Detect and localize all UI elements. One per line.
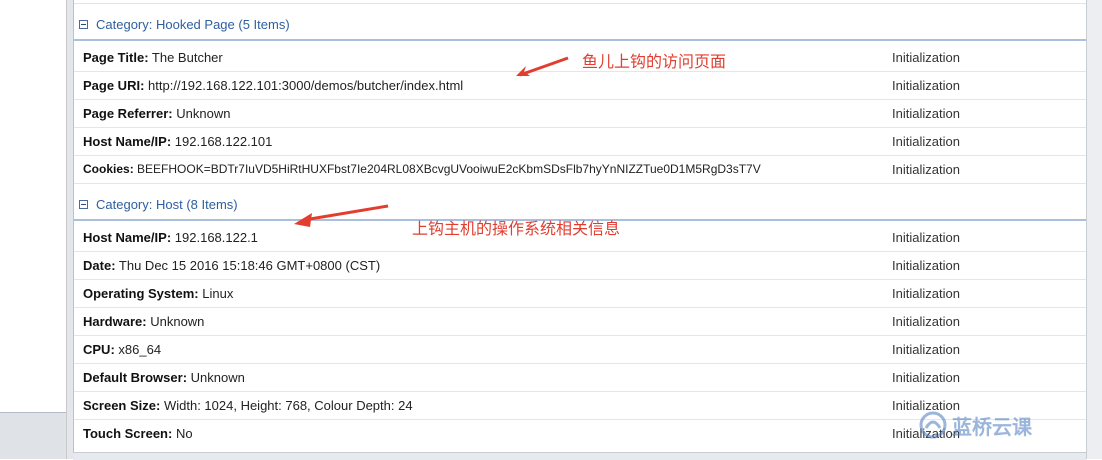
row-source: Initialization xyxy=(892,134,960,149)
row-key: Hardware xyxy=(83,314,143,329)
row-value: The Butcher xyxy=(151,50,223,65)
table-row: Page Title: The Butcher Initialization xyxy=(74,44,1087,72)
annotation-host: 上钩主机的操作系统相关信息 xyxy=(412,219,621,238)
table-row: Cookies: BEEFHOOK=BDTr7IuVD5HiRtHUXFbst7… xyxy=(74,156,1087,184)
category-title: Category: Hooked Page (5 Items) xyxy=(96,17,290,32)
table-row: Hardware: Unknown Initialization xyxy=(74,308,1087,336)
table-row: Default Browser: Unknown Initialization xyxy=(74,364,1087,392)
row-value: 192.168.122.101 xyxy=(174,134,273,149)
row-key: Operating System xyxy=(83,286,195,301)
row-key: Page Title xyxy=(83,50,145,65)
collapse-icon[interactable] xyxy=(79,200,88,209)
row-key: CPU xyxy=(83,342,111,357)
table-row: Page Referrer: Unknown Initialization xyxy=(74,100,1087,128)
row-value: Linux xyxy=(202,286,234,301)
row-value: Unknown xyxy=(190,370,245,385)
category-title: Category: Host (8 Items) xyxy=(96,197,238,212)
annotation-arrow-icon xyxy=(516,56,569,77)
collapse-icon[interactable] xyxy=(79,20,88,29)
row-source: Initialization xyxy=(892,314,960,329)
row-key: Default Browser xyxy=(83,370,183,385)
row-value: http://192.168.122.101:3000/demos/butche… xyxy=(148,78,464,93)
table-row: Date: Thu Dec 15 2016 15:18:46 GMT+0800 … xyxy=(74,252,1087,280)
row-key: Cookies xyxy=(83,162,130,176)
watermark: 蓝桥云课 xyxy=(918,410,1032,440)
table-row: Operating System: Linux Initialization xyxy=(74,280,1087,308)
category-hooked-page[interactable]: Category: Hooked Page (5 Items) xyxy=(74,11,1087,41)
annotation-hooked-page: 鱼儿上钩的访问页面 xyxy=(582,52,727,71)
row-value: x86_64 xyxy=(118,342,162,357)
row-source: Initialization xyxy=(892,106,960,121)
row-key: Date xyxy=(83,258,112,273)
row-value: No xyxy=(175,426,193,441)
table-row: Page URI: http://192.168.122.101:3000/de… xyxy=(74,72,1087,100)
row-value: Unknown xyxy=(176,106,231,121)
row-key: Screen Size xyxy=(83,398,156,413)
row-value: Width: 1024, Height: 768, Colour Depth: … xyxy=(163,398,413,413)
annotation-arrow-icon xyxy=(294,204,389,227)
row-source: Initialization xyxy=(892,258,960,273)
lanqiao-logo-icon xyxy=(919,411,947,439)
row-source: Initialization xyxy=(892,286,960,301)
row-source: Initialization xyxy=(892,342,960,357)
row-key: Host Name/IP xyxy=(83,230,167,245)
left-sidebar xyxy=(0,0,67,459)
row-source: Initialization xyxy=(892,370,960,385)
watermark-text: 蓝桥云课 xyxy=(952,414,1032,439)
vertical-scrollbar[interactable] xyxy=(1086,0,1102,459)
row-value: 192.168.122.1 xyxy=(174,230,258,245)
table-row: Host Name/IP: 192.168.122.101 Initializa… xyxy=(74,128,1087,156)
row-value: Unknown xyxy=(150,314,205,329)
row-source: Initialization xyxy=(892,78,960,93)
row-value: Thu Dec 15 2016 15:18:46 GMT+0800 (CST) xyxy=(118,258,381,273)
table-row: CPU: x86_64 Initialization xyxy=(74,336,1087,364)
row-value: BEEFHOOK=BDTr7IuVD5HiRtHUXFbst7Ie204RL08… xyxy=(137,162,761,176)
row-source: Initialization xyxy=(892,230,960,245)
row-key: Page URI xyxy=(83,78,141,93)
row-source: Initialization xyxy=(892,50,960,65)
sidebar-bottom-bar xyxy=(0,412,66,459)
panel-top-edge xyxy=(74,0,1087,4)
row-key: Page Referrer xyxy=(83,106,169,121)
row-source: Initialization xyxy=(892,162,960,177)
row-key: Host Name/IP xyxy=(83,134,167,149)
row-key: Touch Screen xyxy=(83,426,169,441)
